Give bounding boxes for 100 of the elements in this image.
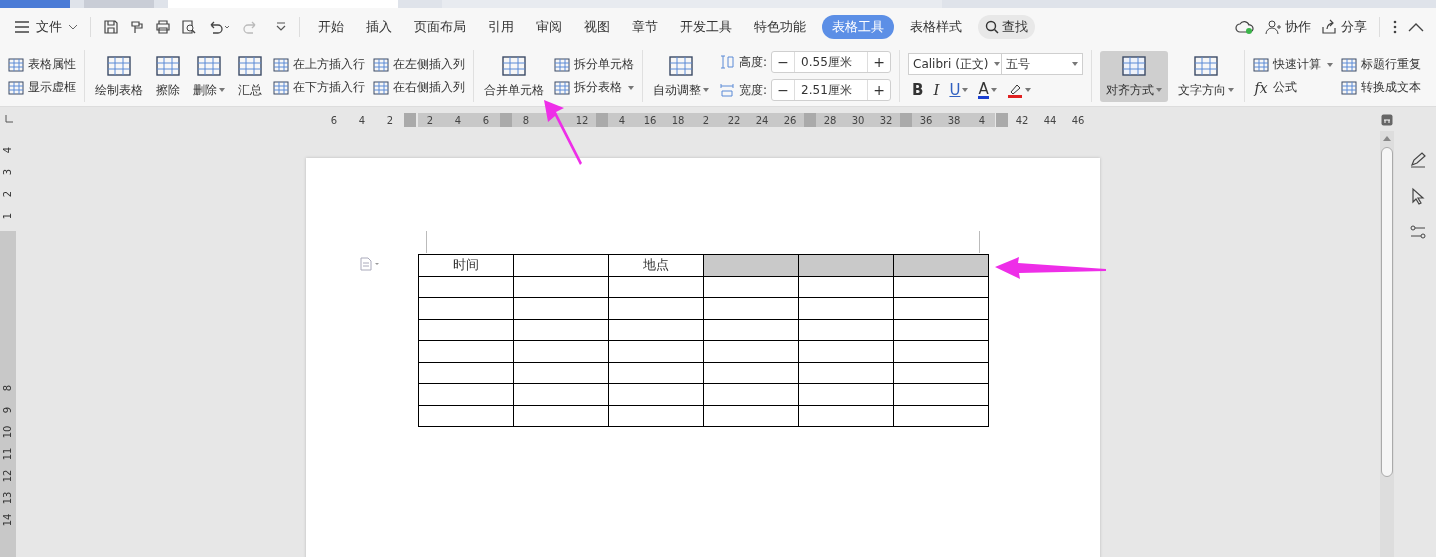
table-cell[interactable] — [798, 405, 894, 427]
ribbon-tab[interactable]: 引用 — [482, 15, 520, 39]
table-cell[interactable] — [893, 362, 989, 384]
highlight-button[interactable] — [1006, 82, 1031, 98]
table-cell[interactable] — [513, 362, 609, 384]
ribbon-tab[interactable]: 审阅 — [530, 15, 568, 39]
table-cell[interactable] — [418, 383, 514, 405]
table-cell[interactable] — [418, 405, 514, 427]
collapse-icon[interactable] — [1408, 22, 1424, 32]
italic-button[interactable]: I — [933, 81, 940, 99]
spin-field[interactable]: − 0.55厘米 + — [771, 51, 892, 73]
table-cell[interactable]: 时间 — [418, 254, 514, 276]
search-button[interactable]: 查找 — [978, 15, 1035, 39]
ribbon-button[interactable]: 汇总 — [235, 50, 265, 102]
ribbon-button[interactable]: 合并单元格 — [482, 50, 546, 102]
table-cell[interactable] — [703, 340, 799, 362]
table-cell[interactable] — [608, 383, 704, 405]
print-preview-icon[interactable] — [181, 19, 197, 35]
table-cell[interactable] — [513, 276, 609, 298]
table-cell[interactable] — [893, 276, 989, 298]
table-cell[interactable] — [418, 362, 514, 384]
ribbon-button[interactable]: 在左侧插入列 — [373, 56, 465, 73]
ribbon-tab[interactable]: 表格样式 — [904, 15, 968, 39]
table-cell[interactable] — [418, 319, 514, 341]
ruler-marker[interactable] — [404, 113, 416, 127]
table-cell[interactable] — [418, 276, 514, 298]
font-name-dropdown[interactable]: Calibri (正文) — [908, 53, 1003, 75]
table-cell[interactable] — [608, 319, 704, 341]
table-cell[interactable] — [513, 254, 609, 276]
ribbon-button[interactable]: 在右侧插入列 — [373, 79, 465, 96]
scroll-up-icon[interactable] — [1383, 135, 1391, 141]
ribbon-tab[interactable]: 视图 — [578, 15, 616, 39]
ribbon-button[interactable]: 拆分单元格 — [554, 56, 634, 73]
format-painter-icon[interactable] — [129, 19, 145, 35]
table-cell[interactable] — [798, 276, 894, 298]
table-cell[interactable] — [703, 362, 799, 384]
print-icon[interactable] — [155, 19, 171, 35]
file-menu[interactable]: 文件 — [14, 18, 78, 36]
table-cell[interactable] — [703, 319, 799, 341]
table-cell[interactable] — [703, 383, 799, 405]
table-cell[interactable] — [513, 319, 609, 341]
table-cell[interactable] — [513, 383, 609, 405]
ribbon-button[interactable]: 快速计算 — [1253, 56, 1334, 73]
ribbon-tab[interactable]: 页面布局 — [408, 15, 472, 39]
ruler-marker[interactable] — [996, 113, 1008, 127]
table-cell[interactable] — [893, 254, 989, 276]
table-cell[interactable] — [703, 254, 799, 276]
ruler-marker[interactable] — [804, 113, 816, 127]
ribbon-tab[interactable]: 开始 — [312, 15, 350, 39]
ruler-marker[interactable] — [900, 113, 912, 127]
ribbon-tab[interactable]: 章节 — [626, 15, 664, 39]
table-cell[interactable] — [608, 297, 704, 319]
ribbon-button[interactable]: 自动调整 — [651, 50, 711, 102]
customize-caret-icon[interactable] — [275, 22, 287, 32]
table-cell[interactable] — [513, 297, 609, 319]
table-cell[interactable] — [418, 297, 514, 319]
table-cell[interactable] — [893, 405, 989, 427]
decrement-button[interactable]: − — [772, 54, 795, 70]
bold-button[interactable]: B — [912, 81, 924, 99]
table-cell[interactable] — [798, 319, 894, 341]
ribbon-button[interactable]: 在上方插入行 — [273, 56, 365, 73]
ribbon-tab[interactable]: 开发工具 — [674, 15, 738, 39]
table-cell[interactable] — [513, 405, 609, 427]
table-cell[interactable] — [798, 362, 894, 384]
underline-button[interactable]: U — [949, 81, 969, 99]
table-cell[interactable] — [893, 340, 989, 362]
ribbon-button[interactable]: 转换成文本 — [1341, 79, 1422, 96]
ribbon-button[interactable]: 绘制表格 — [93, 50, 145, 102]
table-cell[interactable] — [608, 405, 704, 427]
pen-icon[interactable] — [1409, 151, 1427, 169]
ribbon-button[interactable]: 对齐方式 — [1100, 50, 1169, 102]
ribbon-button[interactable]: fx 公式 — [1253, 79, 1334, 96]
ribbon-button[interactable]: 表格属性 — [8, 56, 76, 73]
table-cell[interactable] — [893, 383, 989, 405]
ribbon-button[interactable]: 在下方插入行 — [273, 79, 365, 96]
table-cell[interactable] — [703, 297, 799, 319]
table-cell[interactable]: 地点 — [608, 254, 704, 276]
cloud-sync-icon[interactable] — [1235, 19, 1255, 35]
sliders-icon[interactable] — [1409, 223, 1427, 241]
table-cell[interactable] — [798, 297, 894, 319]
table-cell[interactable] — [798, 383, 894, 405]
font-size-dropdown[interactable]: 五号 — [1001, 53, 1084, 75]
table-cell[interactable] — [608, 276, 704, 298]
ribbon-button[interactable]: 删除 — [191, 50, 227, 102]
ribbon-tab[interactable]: 特色功能 — [748, 15, 812, 39]
increment-button[interactable]: + — [868, 54, 891, 70]
ribbon-button[interactable]: 标题行重复 — [1341, 56, 1422, 73]
decrement-button[interactable]: − — [772, 82, 795, 98]
increment-button[interactable]: + — [868, 82, 891, 98]
collaborate-button[interactable]: 协作 — [1265, 18, 1311, 36]
share-button[interactable]: 分享 — [1321, 18, 1367, 36]
more-icon[interactable] — [1392, 19, 1398, 35]
ribbon-button[interactable]: 擦除 — [153, 50, 183, 102]
ribbon-button[interactable]: 拆分表格 — [554, 79, 634, 96]
table-cell[interactable] — [608, 340, 704, 362]
ribbon-button[interactable]: 文字方向 — [1176, 50, 1237, 102]
cursor-icon[interactable] — [1409, 187, 1427, 205]
ruler-marker[interactable] — [500, 113, 512, 127]
table-cell[interactable] — [703, 405, 799, 427]
scrollbar-thumb[interactable] — [1381, 147, 1393, 477]
